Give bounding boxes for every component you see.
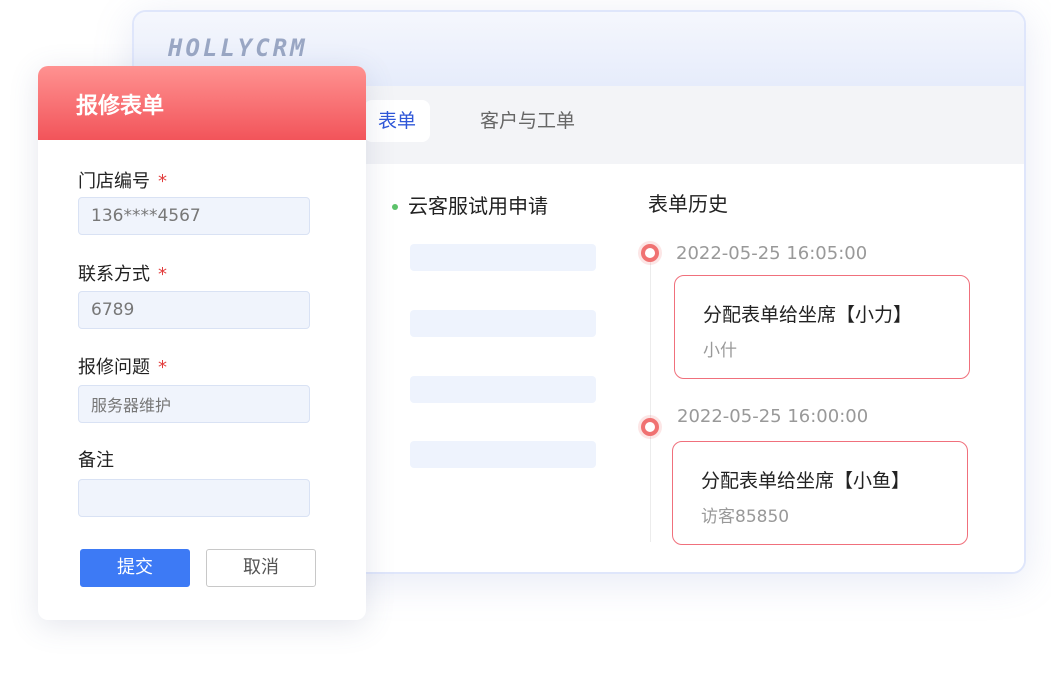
history-time: 2022-05-25 16:00:00 <box>677 406 869 427</box>
repair-issue-label-text: 报修问题 <box>78 357 150 378</box>
skeleton-row <box>410 441 596 468</box>
contact-input[interactable] <box>78 291 310 329</box>
store-number-label: 门店编号 * <box>78 167 167 193</box>
timeline-line <box>650 252 651 542</box>
contact-label-text: 联系方式 <box>78 264 150 285</box>
history-card[interactable]: 分配表单给坐席【小力】 小什 <box>674 275 970 379</box>
skeleton-row <box>410 376 596 403</box>
contact-label: 联系方式 * <box>78 260 167 286</box>
required-mark: * <box>158 171 167 192</box>
remark-input[interactable] <box>78 479 310 517</box>
repair-form-card: 报修表单 门店编号 * 联系方式 * 报修问题 * 备注 提交 取消 <box>38 66 366 620</box>
history-action: 分配表单给坐席【小鱼】 <box>701 470 911 492</box>
skeleton-row <box>410 244 596 271</box>
repair-issue-label: 报修问题 * <box>78 353 167 379</box>
form-header: 报修表单 <box>38 66 366 140</box>
history-card[interactable]: 分配表单给坐席【小鱼】 访客85850 <box>672 441 968 545</box>
history-title: 表单历史 <box>648 192 728 216</box>
remark-label-text: 备注 <box>78 450 114 471</box>
form-title: 报修表单 <box>76 94 165 119</box>
remark-label: 备注 <box>78 446 114 472</box>
history-action: 分配表单给坐席【小力】 <box>703 304 913 326</box>
app-logo: HOLLYCRM <box>168 34 308 62</box>
repair-issue-input[interactable] <box>78 385 310 423</box>
required-mark: * <box>158 357 167 378</box>
tab-form[interactable]: 表单 <box>364 100 431 142</box>
store-number-input[interactable] <box>78 197 310 235</box>
tab-customer-ticket[interactable]: 客户与工单 <box>466 100 589 142</box>
form-list-title-text: 云客服试用申请 <box>408 194 548 218</box>
history-operator: 访客85850 <box>701 507 790 527</box>
skeleton-row <box>410 310 596 337</box>
history-operator: 小什 <box>703 341 737 361</box>
form-list-title[interactable]: 云客服试用申请 <box>390 190 548 219</box>
history-time: 2022-05-25 16:05:00 <box>676 243 868 264</box>
submit-button[interactable]: 提交 <box>80 549 190 587</box>
timeline-dot-icon <box>641 418 659 436</box>
timeline-dot-icon <box>641 244 659 262</box>
cancel-button[interactable]: 取消 <box>206 549 316 587</box>
store-number-label-text: 门店编号 <box>78 171 150 192</box>
required-mark: * <box>158 264 167 285</box>
